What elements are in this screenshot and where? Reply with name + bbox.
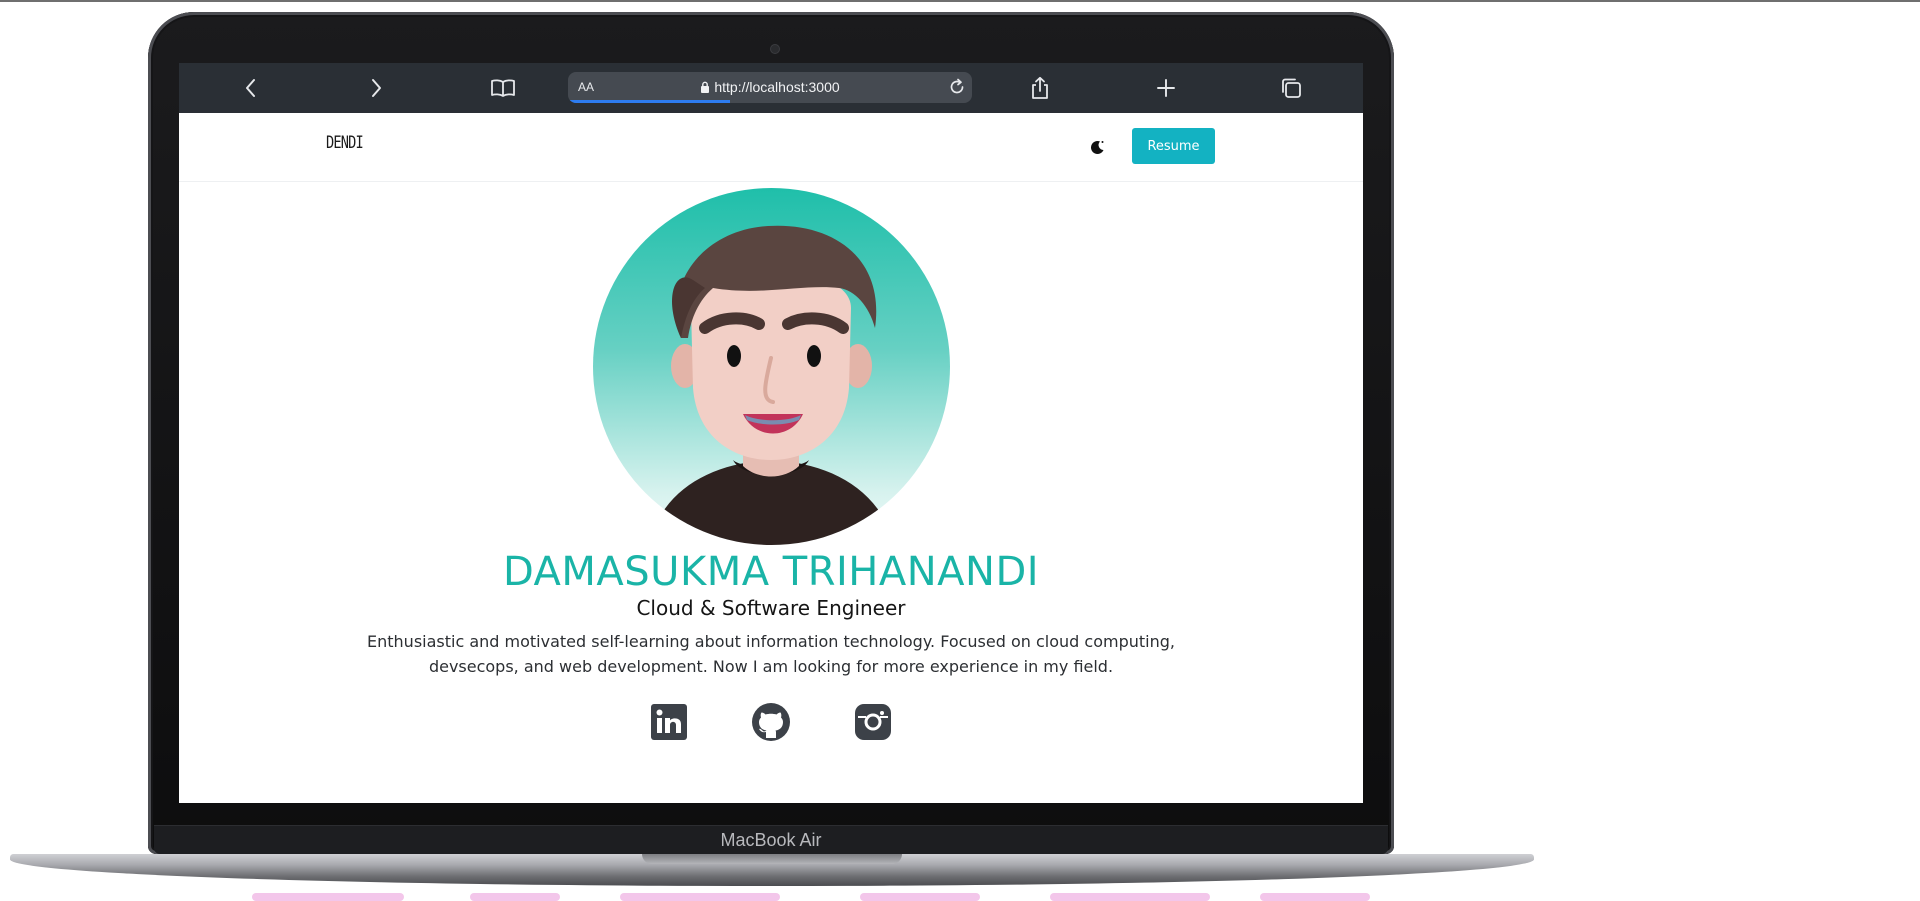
site-header: DENDI Resume [179,113,1363,182]
linkedin-icon [651,704,687,740]
laptop-bottom-bezel: MacBook Air [154,825,1388,854]
chevron-right-icon [372,79,381,97]
tabs-icon [1282,78,1301,98]
hero-name: DAMASUKMA TRIHANANDI [502,549,1040,595]
share-icon [1032,76,1048,99]
hero-role: Cloud & Software Engineer [636,596,906,620]
chevron-left-icon [246,79,255,97]
address-bar-url: http://localhost:3000 [568,79,972,95]
reload-button[interactable] [946,76,968,98]
camera-dot [771,45,779,53]
plus-icon [1157,79,1175,97]
instagram-icon [855,704,891,740]
linkedin-link[interactable] [649,702,689,742]
forward-button[interactable] [361,73,391,103]
avatar-illustration [648,225,895,545]
new-tab-button[interactable] [1151,73,1181,103]
avatar [593,188,950,545]
back-button[interactable] [236,73,266,103]
lock-icon [701,81,710,93]
top-divider [0,0,1920,2]
laptop-screen: AA http://localhost:3000 DENDI Resume DA… [179,63,1363,803]
theme-toggle-button[interactable] [1084,134,1110,160]
page-load-progress [568,100,730,103]
instagram-link[interactable] [853,702,893,742]
address-bar[interactable]: AA http://localhost:3000 [568,72,972,103]
url-text: http://localhost:3000 [714,79,840,95]
reload-icon [950,78,964,94]
site-logo[interactable]: DENDI [326,133,364,153]
tabs-overview-button[interactable] [1276,73,1306,103]
laptop-model-label: MacBook Air [720,830,822,850]
browser-toolbar: AA http://localhost:3000 [179,63,1363,113]
book-icon [491,79,515,97]
github-icon [752,703,790,741]
laptop-hinge-notch [642,854,902,864]
github-link[interactable] [751,702,791,742]
hero-bio: Enthusiastic and motivated self-learning… [367,632,1175,676]
moon-icon [1091,141,1104,154]
resume-button[interactable]: Resume [1132,128,1215,164]
bookmarks-button[interactable] [488,73,518,103]
share-button[interactable] [1025,73,1055,103]
